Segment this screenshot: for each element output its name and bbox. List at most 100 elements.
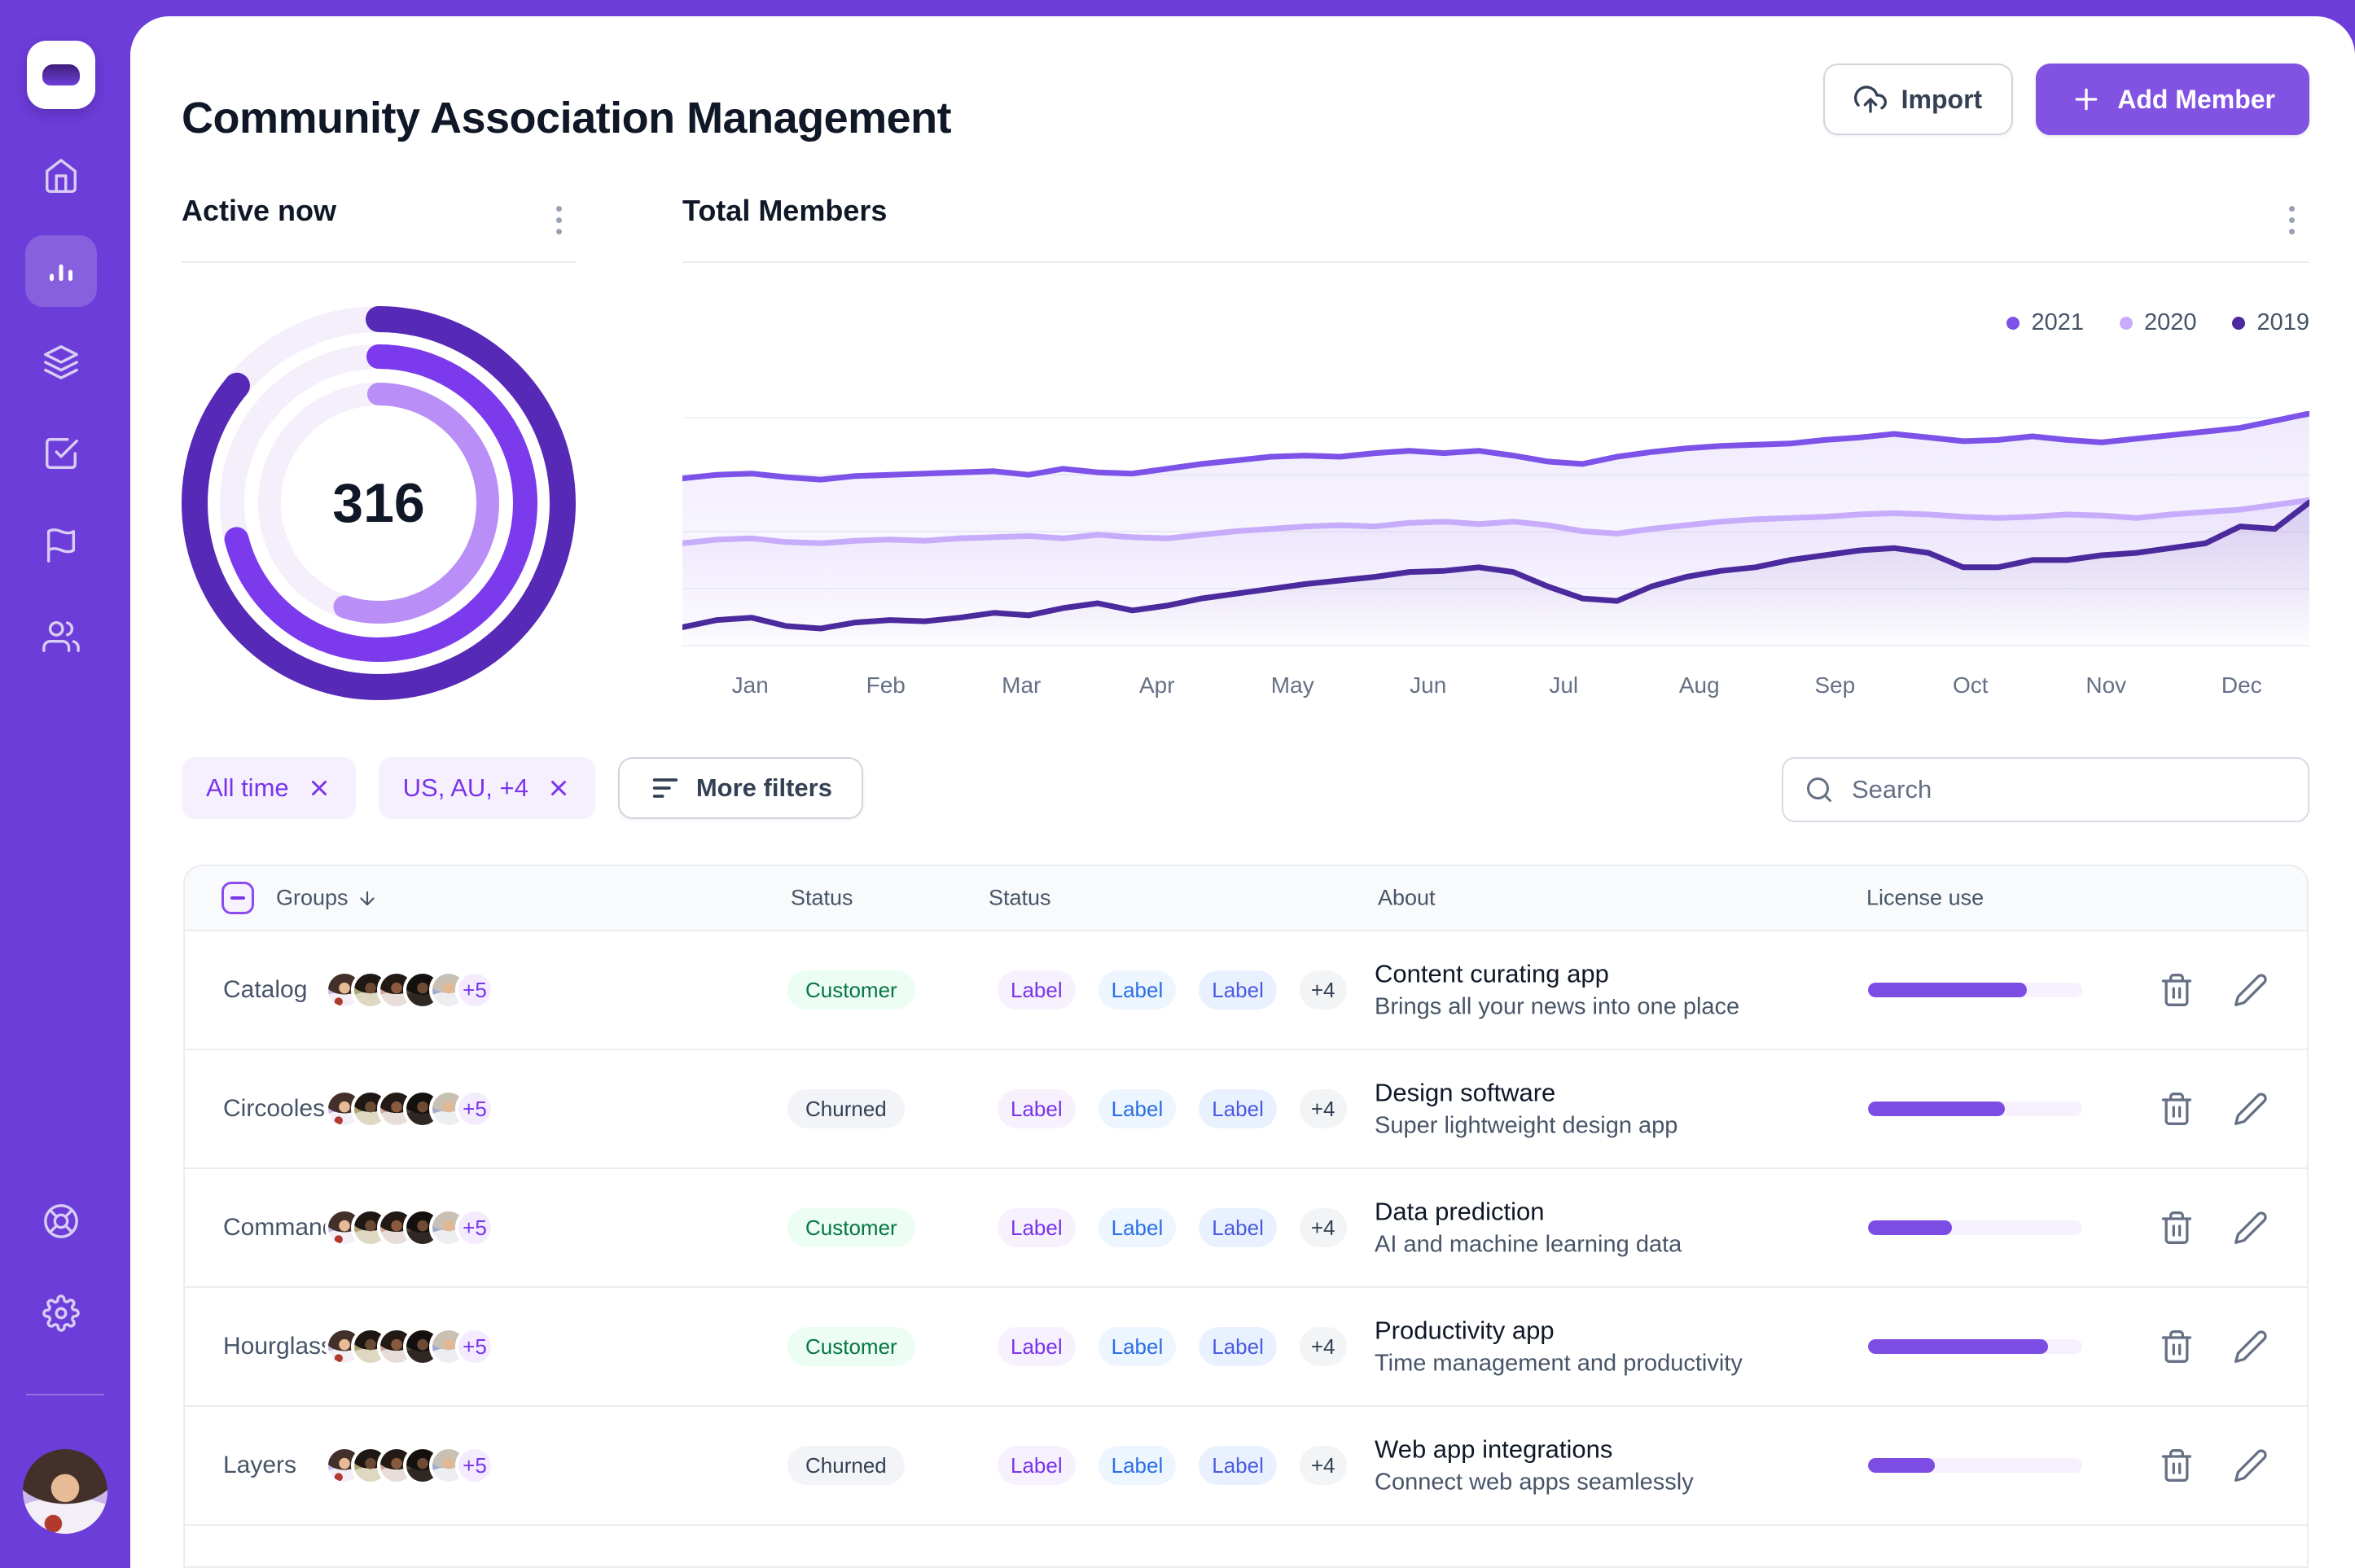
edit-row-button[interactable]	[2230, 1088, 2272, 1130]
sidebar-item-home[interactable]	[25, 140, 97, 212]
license-progress-bar	[1868, 1220, 2082, 1235]
license-progress-bar	[1868, 1458, 2082, 1473]
label-overflow-badge: +4	[1300, 1208, 1347, 1247]
column-header-groups[interactable]: Groups	[276, 886, 378, 911]
column-header-about[interactable]: About	[1378, 886, 1436, 911]
avatar-overflow-badge: +5	[455, 1327, 494, 1366]
brand-logo[interactable]	[27, 41, 95, 109]
total-members-title: Total Members	[682, 194, 2309, 228]
status-cell: Churned	[787, 1089, 905, 1128]
filter-row: All time US, AU, +4 More filters	[182, 757, 2309, 822]
delete-row-button[interactable]	[2155, 1444, 2198, 1487]
license-progress-bar	[1868, 1339, 2082, 1354]
column-header-license[interactable]: License use	[1866, 886, 1984, 911]
gear-icon	[42, 1294, 80, 1332]
avatar-overflow-badge: +5	[455, 1208, 494, 1247]
labels-cell: LabelLabelLabel+4	[998, 1089, 1347, 1128]
trash-icon	[2159, 972, 2195, 1008]
select-all-checkbox[interactable]	[221, 882, 254, 914]
label-badge: Label	[1199, 970, 1277, 1010]
delete-row-button[interactable]	[2155, 969, 2198, 1011]
about-subtitle: Time management and productivity	[1375, 1347, 1743, 1378]
label-badge: Label	[1199, 1089, 1277, 1128]
license-progress-bar	[1868, 1102, 2082, 1116]
legend-dot	[2232, 317, 2245, 330]
sort-arrow-down-icon	[357, 887, 378, 909]
about-subtitle: Super lightweight design app	[1375, 1110, 1677, 1141]
column-header-status-2[interactable]: Status	[989, 886, 1051, 911]
sidebar-item-members[interactable]	[25, 601, 97, 672]
search-input[interactable]	[1850, 774, 2287, 805]
total-members-menu-button[interactable]	[2274, 195, 2309, 244]
column-header-groups-label: Groups	[276, 886, 349, 911]
about-subtitle: AI and machine learning data	[1375, 1229, 1682, 1259]
more-filters-label: More filters	[696, 773, 832, 803]
active-now-donut-chart: 316	[175, 300, 582, 707]
filter-lines-icon	[649, 772, 682, 804]
delete-row-button[interactable]	[2155, 1088, 2198, 1130]
legend-item-2019: 2019	[2232, 309, 2309, 336]
active-now-header: Active now	[182, 194, 577, 263]
group-name: Catalog	[223, 976, 307, 1004]
import-button[interactable]: Import	[1823, 64, 2014, 135]
labels-cell: LabelLabelLabel+4	[998, 1208, 1347, 1247]
remove-filter-icon[interactable]	[307, 776, 331, 800]
license-progress-bar	[1868, 983, 2082, 997]
table-row: Command+R+5CustomerLabelLabelLabel+4Data…	[185, 1169, 2307, 1288]
sidebar-item-tasks[interactable]	[25, 418, 97, 489]
label-badge: Label	[998, 970, 1076, 1010]
edit-row-button[interactable]	[2230, 969, 2272, 1011]
label-badge: Label	[1199, 1208, 1277, 1247]
group-name: Circooles	[223, 1095, 325, 1123]
status-badge: Churned	[787, 1446, 905, 1485]
header-actions: Import Add Member	[1823, 64, 2309, 135]
active-now-menu-button[interactable]	[541, 195, 577, 244]
trash-icon	[2159, 1448, 2195, 1483]
sidebar-item-settings[interactable]	[25, 1277, 97, 1349]
page-title: Community Association Management	[182, 93, 951, 143]
sidebar-item-analytics[interactable]	[25, 235, 97, 307]
status-badge: Customer	[787, 1327, 915, 1366]
label-overflow-badge: +4	[1300, 1327, 1347, 1366]
avatar	[351, 1565, 390, 1568]
x-axis-labels: JanFebMarAprMayJunJulAugSepOctNovDec	[682, 672, 2309, 699]
table-body: Catalog+5CustomerLabelLabelLabel+4Conten…	[185, 931, 2307, 1568]
filter-chip-time-label: All time	[206, 773, 289, 803]
sidebar	[0, 0, 130, 1568]
groups-table: Groups Status Status About License use C…	[183, 865, 2309, 1568]
label-badge: Label	[998, 1327, 1076, 1366]
brand-logo-mark	[42, 64, 80, 85]
label-badge: Label	[1099, 970, 1177, 1010]
sidebar-item-support[interactable]	[25, 1185, 97, 1257]
analytics-icon	[42, 252, 80, 290]
delete-row-button[interactable]	[2155, 1325, 2198, 1368]
x-axis-label: Mar	[954, 672, 1090, 699]
about-subtitle: Brings all your news into one place	[1375, 991, 1739, 1022]
pencil-icon	[2233, 1329, 2269, 1364]
add-member-label: Add Member	[2117, 85, 2275, 115]
total-members-card: Total Members 202120202019 JanFebMarAprM…	[682, 194, 2309, 263]
delete-row-button[interactable]	[2155, 1207, 2198, 1249]
filter-chip-time[interactable]: All time	[182, 757, 356, 819]
filter-chip-region[interactable]: US, AU, +4	[379, 757, 595, 819]
more-filters-button[interactable]: More filters	[618, 757, 863, 819]
plus-icon	[2070, 83, 2103, 116]
legend-dot	[2120, 317, 2133, 330]
x-axis-label: Jul	[1496, 672, 1632, 699]
label-badge: Label	[998, 1208, 1076, 1247]
label-badge: Label	[1199, 1446, 1277, 1485]
users-icon	[42, 618, 80, 655]
sidebar-divider	[26, 1394, 104, 1395]
sidebar-item-layers[interactable]	[25, 326, 97, 398]
avatar	[403, 1565, 442, 1568]
avatar	[325, 1565, 364, 1568]
add-member-button[interactable]: Add Member	[2036, 64, 2309, 135]
remove-filter-icon[interactable]	[546, 776, 571, 800]
user-avatar[interactable]	[23, 1449, 107, 1534]
column-header-status[interactable]: Status	[791, 886, 853, 911]
edit-row-button[interactable]	[2230, 1207, 2272, 1249]
sidebar-item-flags[interactable]	[25, 510, 97, 581]
edit-row-button[interactable]	[2230, 1444, 2272, 1487]
about-cell: Content curating appBrings all your news…	[1375, 957, 1739, 1022]
edit-row-button[interactable]	[2230, 1325, 2272, 1368]
